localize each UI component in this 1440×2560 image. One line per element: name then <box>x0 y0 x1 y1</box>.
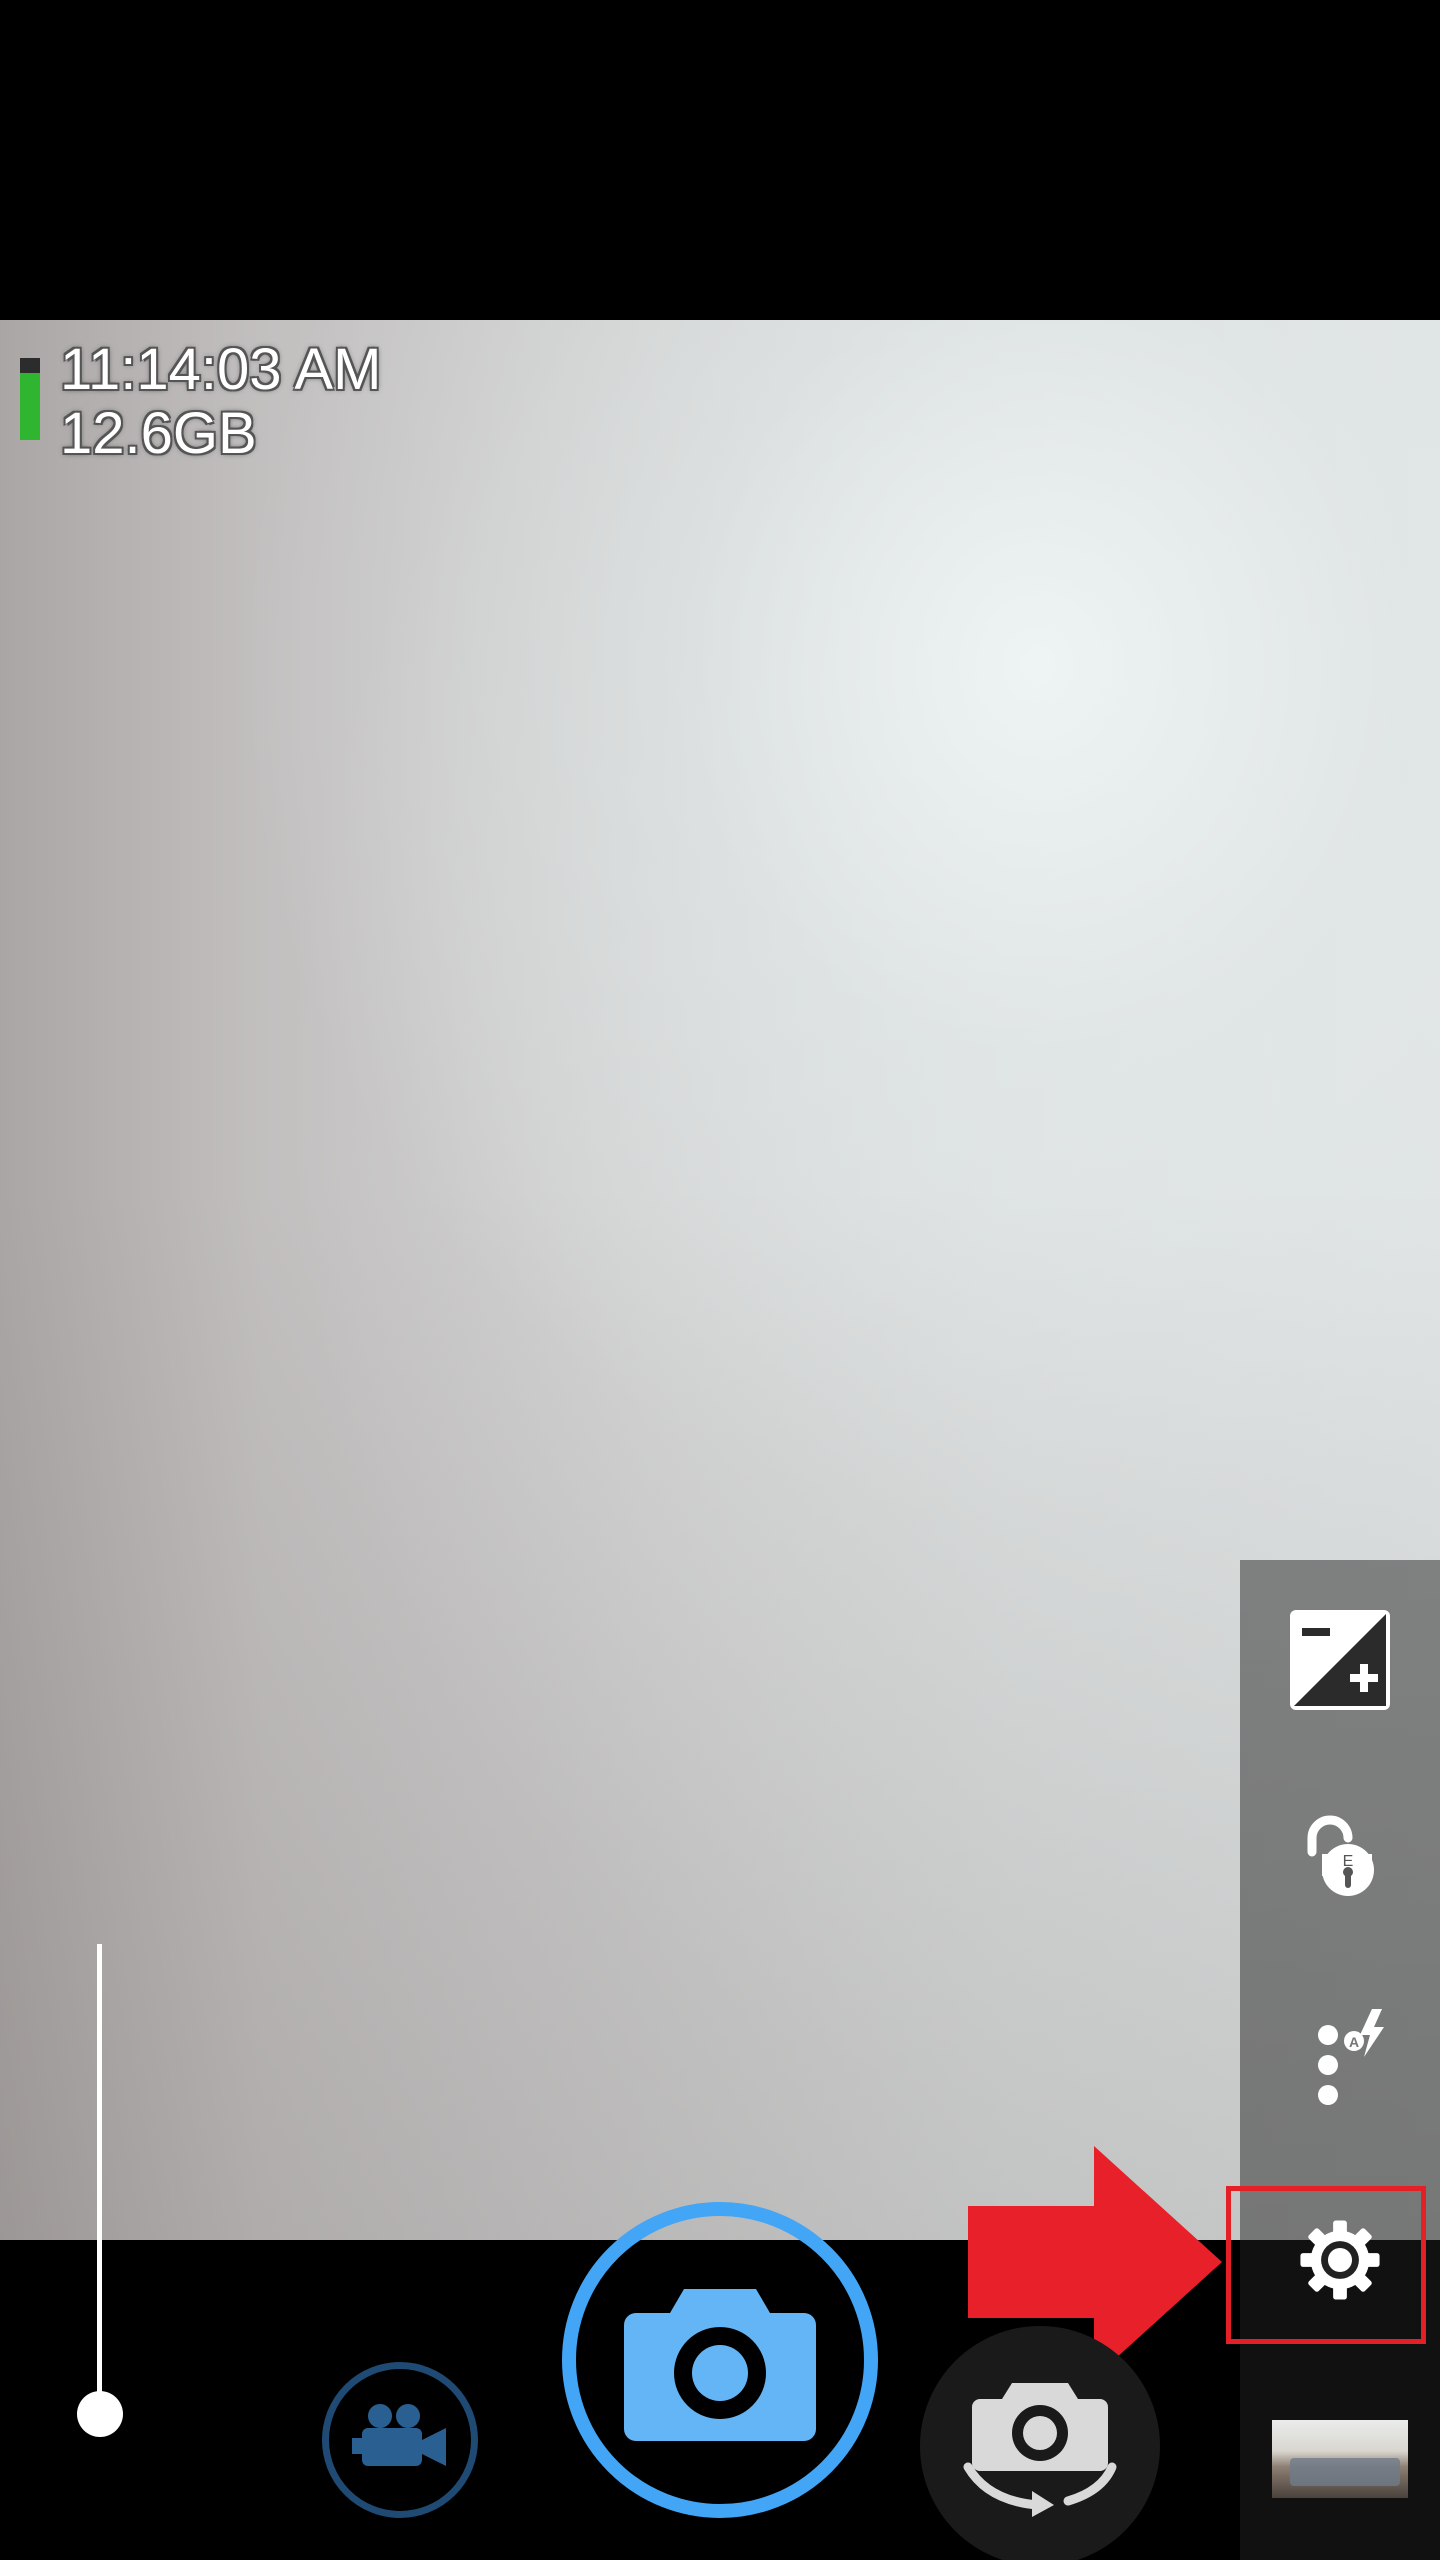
settings-highlight-box <box>1226 2186 1426 2344</box>
video-camera-icon <box>352 2404 446 2466</box>
camera-viewfinder[interactable] <box>0 320 1440 2240</box>
battery-indicator <box>20 358 40 440</box>
storage-free-text: 12.6GB <box>60 401 257 466</box>
unlocked-padlock-icon: E <box>1307 1815 1374 1896</box>
svg-text:A: A <box>1349 2034 1359 2050</box>
flash-auto-icon: A <box>1318 2009 1384 2105</box>
zoom-slider-handle[interactable] <box>77 2391 123 2437</box>
exposure-lock-button[interactable]: E <box>1240 1760 1440 1960</box>
exposure-compensation-button[interactable] <box>1240 1560 1440 1760</box>
gallery-thumbnail[interactable] <box>1272 2420 1408 2498</box>
switch-camera-button[interactable] <box>920 2326 1160 2560</box>
battery-level-fill <box>20 372 40 440</box>
thumbnail-detail <box>1290 2458 1400 2486</box>
zoom-slider-track[interactable] <box>97 1944 102 2414</box>
switch-camera-icon <box>963 2383 1117 2517</box>
clock-text: 11:14:03 AM <box>60 337 382 402</box>
flash-mode-button[interactable]: A <box>1240 1960 1440 2160</box>
top-black-bar <box>0 0 1440 320</box>
exposure-plus-minus-icon <box>1290 1610 1390 1710</box>
video-mode-button[interactable] <box>322 2362 478 2518</box>
shutter-button[interactable] <box>562 2202 878 2518</box>
camera-icon <box>624 2289 816 2441</box>
